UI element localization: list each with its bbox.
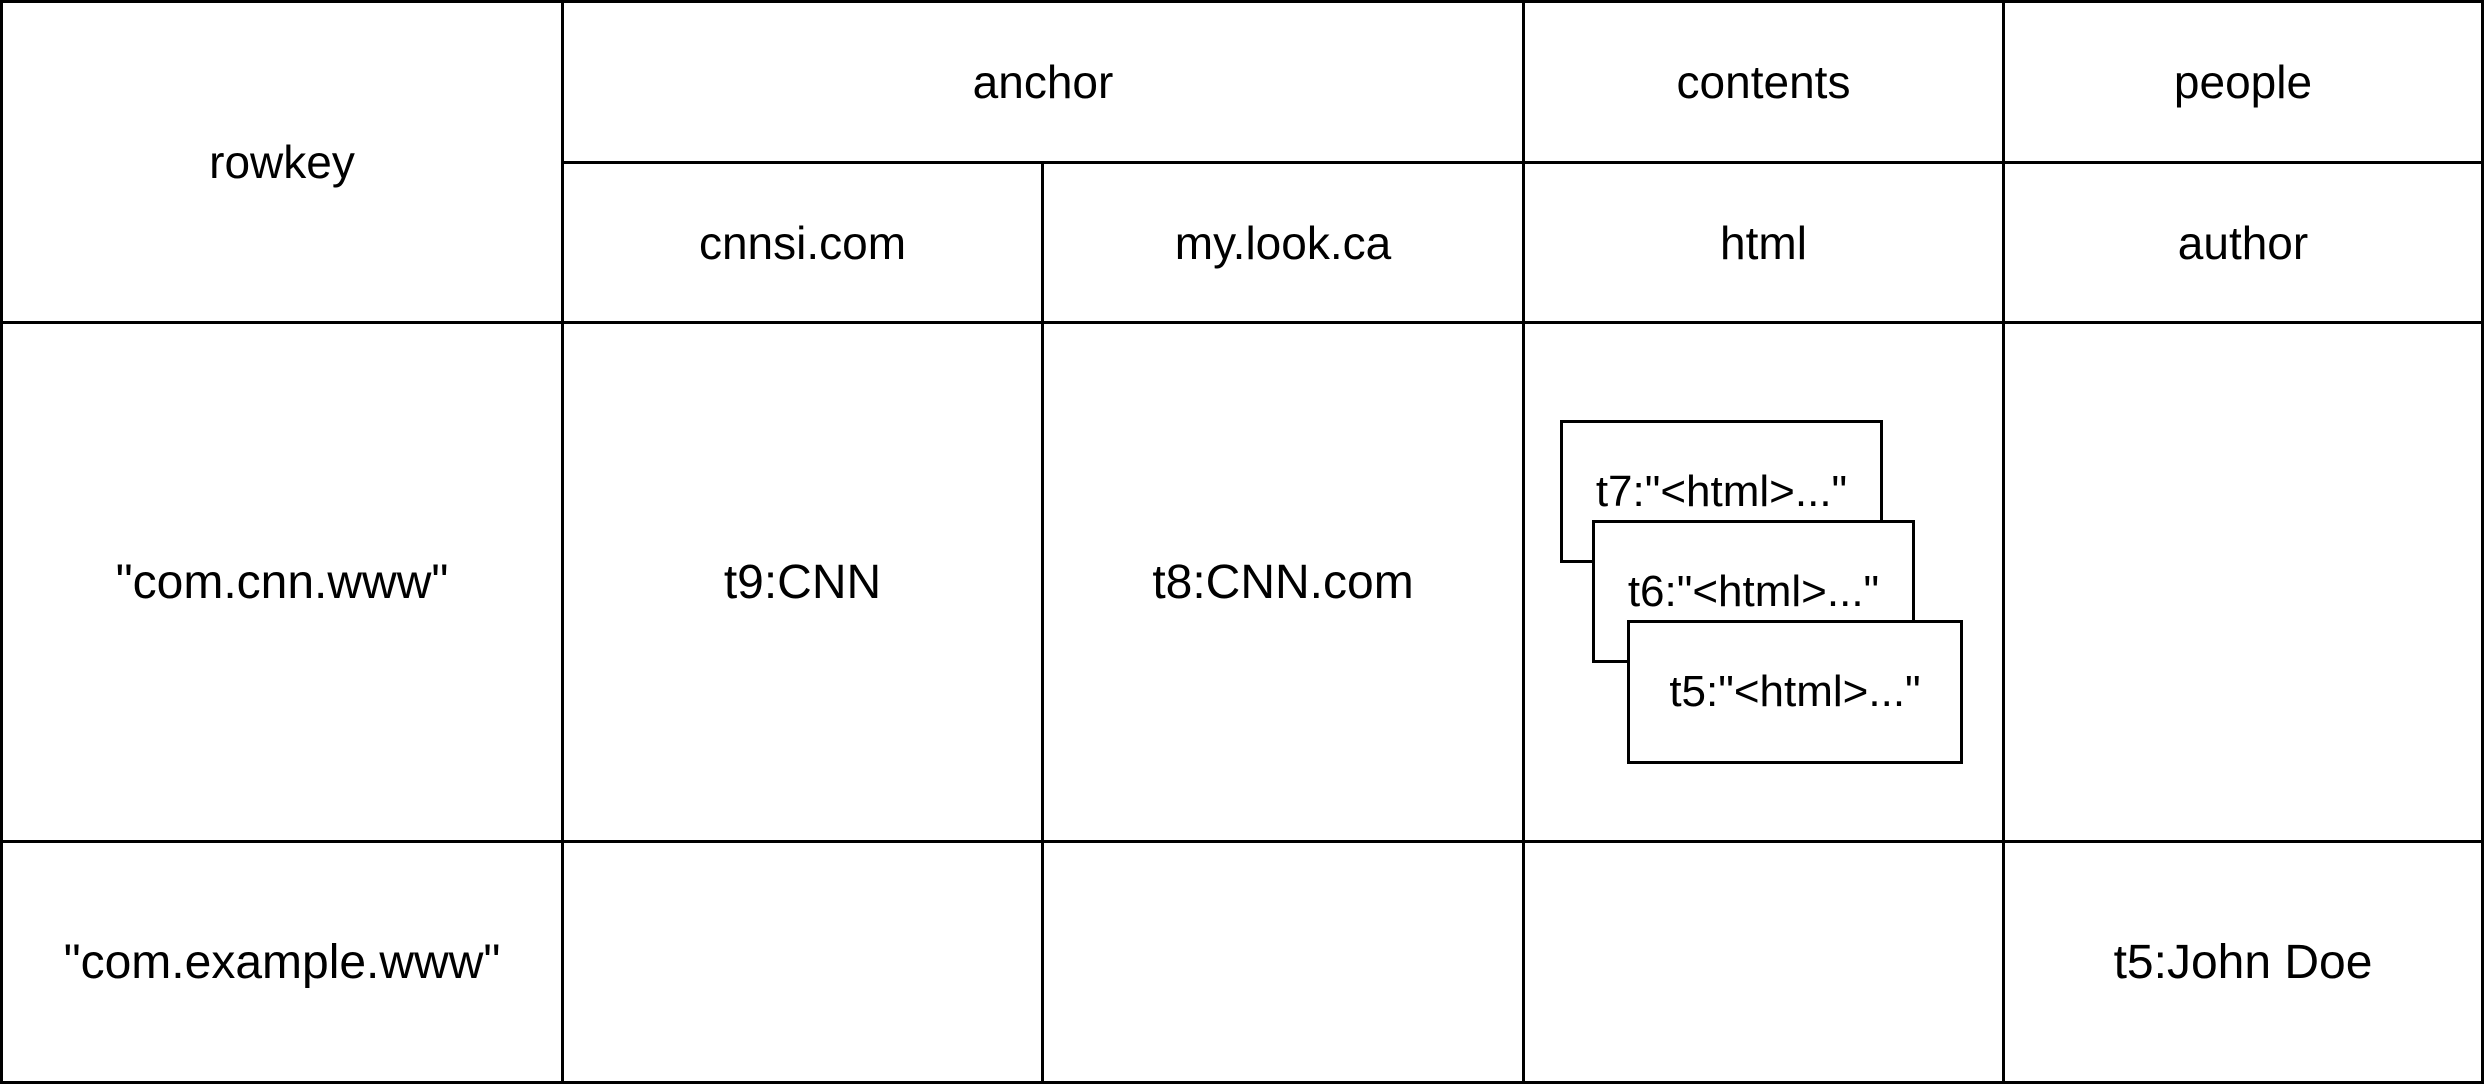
version-t6-text: t6:"<html>..." [1627,567,1880,616]
row1-key-cell: "com.cnn.www" [0,321,564,843]
qualifier-html-cell: html [1522,161,2005,324]
family-anchor-label: anchor [972,56,1114,108]
row1-anchor-mylook-cell: t8:CNN.com [1041,321,1525,843]
row2-contents-html-cell [1522,840,2005,1084]
version-card-t5: t5:"<html>..." [1627,620,1963,764]
qualifier-cnnsi-cell: cnnsi.com [561,161,1044,324]
qualifier-html-label: html [1720,216,1807,269]
row2-people-author-cell: t5:John Doe [2002,840,2484,1084]
version-t5-text: t5:"<html>..." [1669,667,1921,716]
rowkey-header-cell: rowkey [0,0,564,324]
family-people-label: people [2173,56,2313,108]
qualifier-mylook-label: my.look.ca [1174,216,1392,269]
family-people-cell: people [2002,0,2484,164]
family-contents-cell: contents [1522,0,2005,164]
qualifier-author-label: author [2177,216,2309,269]
qualifier-mylook-cell: my.look.ca [1041,161,1525,324]
row2-anchor-cnnsi-cell [561,840,1044,1084]
row1-anchor-cnnsi-value: t9:CNN [723,555,882,609]
row1-people-author-cell [2002,321,2484,843]
row2-people-author-value: t5:John Doe [2113,935,2373,989]
rowkey-header-label: rowkey [209,136,355,188]
qualifier-author-cell: author [2002,161,2484,324]
row2-key-cell: "com.example.www" [0,840,564,1084]
row2-key-label: "com.example.www" [63,935,501,989]
row1-key-label: "com.cnn.www" [115,555,449,609]
row2-anchor-mylook-cell [1041,840,1525,1084]
qualifier-cnnsi-label: cnnsi.com [698,216,907,269]
family-contents-label: contents [1676,56,1851,108]
row1-anchor-cnnsi-cell: t9:CNN [561,321,1044,843]
version-t7-text: t7:"<html>..." [1595,467,1848,516]
hbase-table-diagram: rowkey anchor contents people cnnsi.com … [0,0,2484,1084]
row1-anchor-mylook-value: t8:CNN.com [1152,555,1414,609]
family-anchor-cell: anchor [561,0,1525,164]
